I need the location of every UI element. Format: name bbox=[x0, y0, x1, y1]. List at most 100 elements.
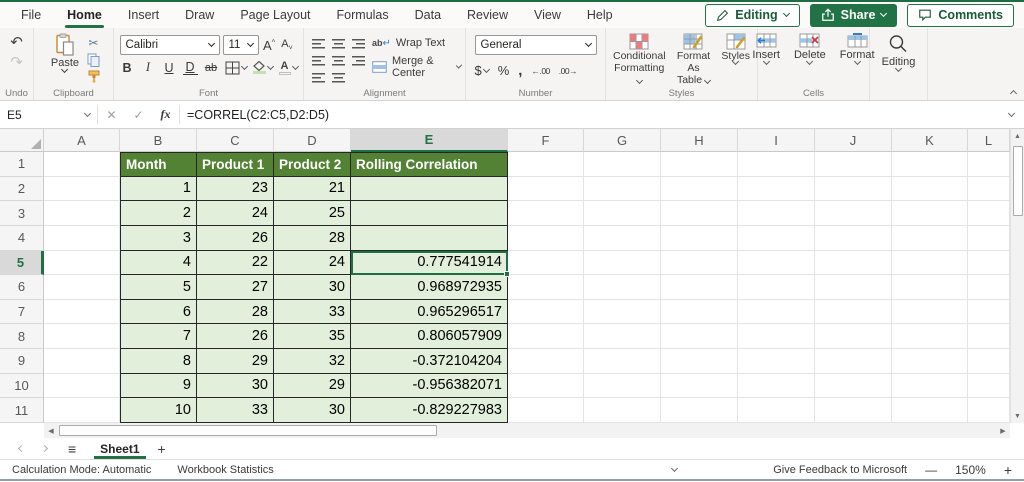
cell-D9[interactable]: 32 bbox=[274, 349, 351, 374]
row-header-8[interactable]: 8 bbox=[0, 324, 44, 349]
feedback-link[interactable]: Give Feedback to Microsoft bbox=[773, 464, 907, 476]
cell-B2[interactable]: 1 bbox=[120, 177, 197, 202]
row-header-9[interactable]: 9 bbox=[0, 349, 44, 374]
tab-help[interactable]: Help bbox=[574, 2, 626, 28]
cell-F11[interactable] bbox=[508, 398, 584, 423]
cell-J4[interactable] bbox=[815, 226, 892, 251]
font-color-button[interactable]: A bbox=[279, 61, 298, 75]
tab-data[interactable]: Data bbox=[402, 2, 454, 28]
cell-K1[interactable] bbox=[892, 152, 968, 177]
cell-G3[interactable] bbox=[584, 201, 661, 226]
sheet-tab-sheet1[interactable]: Sheet1 bbox=[94, 438, 145, 459]
paste-button[interactable]: Paste bbox=[47, 33, 83, 72]
cell-E7[interactable]: 0.965296517 bbox=[351, 300, 508, 325]
cell-B8[interactable]: 7 bbox=[120, 324, 197, 349]
cell-K11[interactable] bbox=[892, 398, 968, 423]
cell-H11[interactable] bbox=[661, 398, 738, 423]
cell-I8[interactable] bbox=[738, 324, 815, 349]
cell-J2[interactable] bbox=[815, 177, 892, 202]
cell-F3[interactable] bbox=[508, 201, 584, 226]
cancel-button[interactable]: ✕ bbox=[98, 101, 125, 128]
row-header-10[interactable]: 10 bbox=[0, 374, 44, 399]
font-name-select[interactable]: Calibri bbox=[120, 35, 220, 55]
cell-F8[interactable] bbox=[508, 324, 584, 349]
align-bottom-icon[interactable] bbox=[352, 38, 365, 49]
column-header-K[interactable]: K bbox=[892, 129, 968, 152]
cell-J9[interactable] bbox=[815, 349, 892, 374]
cell-G5[interactable] bbox=[584, 251, 661, 276]
cell-H7[interactable] bbox=[661, 300, 738, 325]
cell-L4[interactable] bbox=[968, 226, 1010, 251]
cell-A4[interactable] bbox=[44, 226, 120, 251]
enter-button[interactable]: ✓ bbox=[125, 101, 152, 128]
cell-G4[interactable] bbox=[584, 226, 661, 251]
tab-home[interactable]: Home bbox=[54, 2, 115, 28]
cell-C8[interactable]: 26 bbox=[197, 324, 274, 349]
cell-I10[interactable] bbox=[738, 374, 815, 399]
cell-B9[interactable]: 8 bbox=[120, 349, 197, 374]
row-header-5[interactable]: 5 bbox=[0, 251, 44, 276]
cell-J1[interactable] bbox=[815, 152, 892, 177]
column-header-F[interactable]: F bbox=[508, 129, 584, 152]
comments-button[interactable]: Comments bbox=[907, 4, 1014, 27]
cell-D1[interactable]: Product 2 bbox=[274, 152, 351, 177]
cell-J7[interactable] bbox=[815, 300, 892, 325]
previous-sheet-button[interactable] bbox=[10, 438, 33, 459]
cell-G6[interactable] bbox=[584, 275, 661, 300]
tab-file[interactable]: File bbox=[8, 2, 54, 28]
delete-cells-button[interactable]: Delete bbox=[789, 33, 831, 64]
cell-E8[interactable]: 0.806057909 bbox=[351, 324, 508, 349]
cell-C9[interactable]: 29 bbox=[197, 349, 274, 374]
vertical-scrollbar[interactable]: ▲ ▼ bbox=[1010, 129, 1024, 423]
undo-icon[interactable]: ↶ bbox=[10, 35, 23, 50]
editing-mode-button[interactable]: Editing bbox=[705, 4, 799, 27]
cell-H5[interactable] bbox=[661, 251, 738, 276]
cell-F7[interactable] bbox=[508, 300, 584, 325]
cell-B5[interactable]: 4 bbox=[120, 251, 197, 276]
merge-center-button[interactable]: Merge & Center bbox=[372, 55, 461, 79]
row-header-3[interactable]: 3 bbox=[0, 201, 44, 226]
fill-color-button[interactable] bbox=[253, 61, 273, 74]
cell-I7[interactable] bbox=[738, 300, 815, 325]
cell-K3[interactable] bbox=[892, 201, 968, 226]
cell-L3[interactable] bbox=[968, 201, 1010, 226]
row-header-11[interactable]: 11 bbox=[0, 398, 44, 423]
cell-L9[interactable] bbox=[968, 349, 1010, 374]
cell-H3[interactable] bbox=[661, 201, 738, 226]
cell-C1[interactable]: Product 1 bbox=[197, 152, 274, 177]
column-header-B[interactable]: B bbox=[120, 129, 197, 152]
cell-J5[interactable] bbox=[815, 251, 892, 276]
cell-D2[interactable]: 21 bbox=[274, 177, 351, 202]
column-header-A[interactable]: A bbox=[44, 129, 120, 152]
cell-F2[interactable] bbox=[508, 177, 584, 202]
cell-I5[interactable] bbox=[738, 251, 815, 276]
format-as-table-button[interactable]: Format As Table bbox=[673, 33, 715, 86]
zoom-level[interactable]: 150% bbox=[955, 463, 986, 477]
redo-icon[interactable]: ↷ bbox=[10, 55, 23, 70]
cell-B1[interactable]: Month bbox=[120, 152, 197, 177]
cell-J11[interactable] bbox=[815, 398, 892, 423]
cell-L2[interactable] bbox=[968, 177, 1010, 202]
workbook-statistics-button[interactable]: Workbook Statistics bbox=[177, 464, 273, 476]
align-top-icon[interactable] bbox=[312, 38, 325, 49]
cell-B10[interactable]: 9 bbox=[120, 374, 197, 399]
cell-G9[interactable] bbox=[584, 349, 661, 374]
cell-K2[interactable] bbox=[892, 177, 968, 202]
cell-H8[interactable] bbox=[661, 324, 738, 349]
cell-E9[interactable]: -0.372104204 bbox=[351, 349, 508, 374]
cell-G1[interactable] bbox=[584, 152, 661, 177]
decrease-indent-icon[interactable] bbox=[312, 72, 325, 83]
cell-C3[interactable]: 24 bbox=[197, 201, 274, 226]
cell-G2[interactable] bbox=[584, 177, 661, 202]
cell-I3[interactable] bbox=[738, 201, 815, 226]
cell-I9[interactable] bbox=[738, 349, 815, 374]
next-sheet-button[interactable] bbox=[33, 438, 56, 459]
cell-L11[interactable] bbox=[968, 398, 1010, 423]
horizontal-scrollbar-thumb[interactable] bbox=[59, 425, 437, 436]
borders-button[interactable] bbox=[225, 61, 247, 75]
cell-K9[interactable] bbox=[892, 349, 968, 374]
cell-H9[interactable] bbox=[661, 349, 738, 374]
cell-H4[interactable] bbox=[661, 226, 738, 251]
cell-F6[interactable] bbox=[508, 275, 584, 300]
cell-A9[interactable] bbox=[44, 349, 120, 374]
